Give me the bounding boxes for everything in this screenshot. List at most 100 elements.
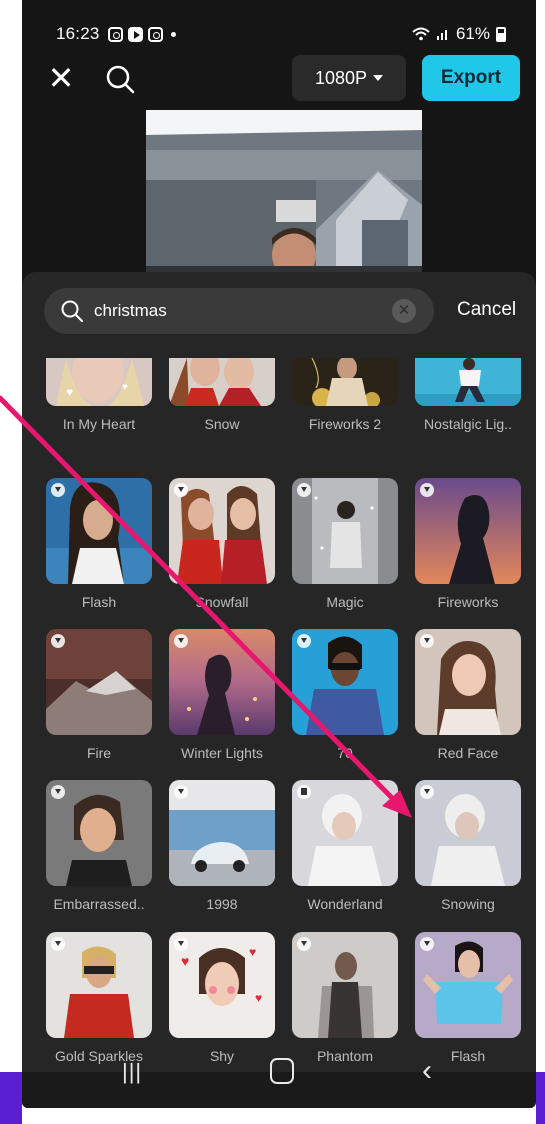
search-icon	[61, 300, 83, 322]
battery-icon	[496, 26, 506, 42]
effect-thumbnail	[415, 478, 521, 584]
wifi-icon	[412, 27, 430, 41]
effects-grid: ♥ ♥ In My Heart Snow Fireworks 2 Nostalg…	[22, 358, 536, 1072]
effect-tile-fireworks-2[interactable]: Fireworks 2	[292, 358, 398, 432]
instagram-icon	[107, 26, 123, 42]
clear-search-icon[interactable]: ✕	[392, 299, 416, 323]
effect-thumbnail	[169, 629, 275, 735]
effect-thumbnail	[292, 358, 398, 406]
effect-tile-snow[interactable]: Snow	[169, 358, 275, 432]
effect-label: In My Heart	[62, 416, 136, 432]
effect-tile-shy[interactable]: ♥ ♥ ♥ Shy	[169, 932, 275, 1064]
effect-tile-red-face[interactable]: Red Face	[415, 629, 521, 761]
download-icon	[297, 634, 311, 648]
search-icon[interactable]	[104, 63, 136, 95]
status-right: 61%	[412, 24, 506, 44]
effect-tile-embarrassed[interactable]: Embarrassed..	[46, 780, 152, 912]
signal-icon	[436, 30, 447, 40]
effect-tile-70s[interactable]: 70	[292, 629, 398, 761]
effect-thumbnail	[292, 932, 398, 1038]
system-nav-bar: ||| ‹	[22, 1054, 536, 1108]
download-icon	[420, 937, 434, 951]
effect-tile-1998[interactable]: 1998	[169, 780, 275, 912]
download-icon	[174, 937, 188, 951]
effect-tile-phantom[interactable]: Phantom	[292, 932, 398, 1064]
effect-tile-snowfall[interactable]: Snowfall	[169, 478, 275, 610]
resolution-dropdown[interactable]: 1080P	[292, 55, 406, 101]
effect-thumbnail	[169, 358, 275, 406]
effect-thumbnail	[292, 629, 398, 735]
download-icon	[297, 483, 311, 497]
effect-label: Fireworks	[437, 594, 499, 610]
recent-apps-icon[interactable]: |||	[122, 1059, 142, 1085]
notification-icons	[107, 26, 163, 42]
download-icon	[420, 483, 434, 497]
status-time: 16:23	[56, 24, 100, 43]
effect-label: 1998	[206, 896, 238, 912]
effect-label: Winter Lights	[181, 745, 263, 761]
effect-label: Embarrassed..	[53, 896, 145, 912]
effect-label: Wonderland	[307, 896, 383, 912]
download-icon	[174, 634, 188, 648]
search-query: christmas	[94, 301, 167, 320]
effect-label: Flash	[81, 594, 117, 610]
effect-thumbnail	[292, 478, 398, 584]
youtube-icon	[127, 26, 143, 42]
caret-down-icon	[373, 75, 384, 81]
effect-label: Red Face	[437, 745, 499, 761]
cancel-button[interactable]: Cancel	[457, 299, 516, 321]
svg-text:♥: ♥	[181, 953, 189, 969]
effect-tile-snowing[interactable]: Snowing	[415, 780, 521, 912]
download-icon	[174, 785, 188, 799]
effect-label: 70	[337, 745, 353, 761]
effect-tile-gold-sparkles[interactable]: Gold Sparkles	[46, 932, 152, 1064]
effects-sheet: christmas ✕ Cancel ♥♥ In My Heart Snow	[22, 272, 536, 1072]
effect-tile-flash[interactable]: Flash	[46, 478, 152, 610]
effect-thumbnail	[415, 780, 521, 886]
effect-tile-fireworks[interactable]: Fireworks	[415, 478, 521, 610]
notification-dot-icon	[170, 31, 176, 37]
effect-label: Snowfall	[195, 594, 249, 610]
video-preview[interactable]	[146, 110, 422, 275]
download-icon	[174, 483, 188, 497]
svg-text:♥: ♥	[249, 945, 256, 959]
home-icon[interactable]	[270, 1058, 294, 1084]
effect-thumbnail	[169, 780, 275, 886]
effect-label: Snow	[204, 416, 240, 432]
bookmark-icon	[297, 785, 311, 799]
effect-tile-magic[interactable]: Magic	[292, 478, 398, 610]
effect-thumbnail	[46, 629, 152, 735]
effect-thumbnail	[46, 932, 152, 1038]
effect-tile-fire[interactable]: Fire	[46, 629, 152, 761]
status-bar: 16:23 61%	[56, 22, 506, 46]
resolution-value: 1080P	[314, 67, 368, 88]
effect-thumbnail	[415, 629, 521, 735]
preview-image	[146, 110, 422, 275]
effect-label: Fire	[86, 745, 112, 761]
effect-thumbnail: ♥ ♥ ♥	[169, 932, 275, 1038]
effect-thumbnail	[415, 932, 521, 1038]
instagram-icon	[147, 26, 163, 42]
effect-thumbnail	[292, 780, 398, 886]
effect-label: Snowing	[441, 896, 495, 912]
effect-tile-nostalgic-lights[interactable]: Nostalgic Lig..	[415, 358, 521, 432]
effects-search-field[interactable]: christmas ✕	[44, 288, 434, 334]
effect-tile-winter-lights[interactable]: Winter Lights	[169, 629, 275, 761]
effect-label: Phantom	[316, 1048, 374, 1064]
download-icon	[51, 483, 65, 497]
effect-thumbnail	[46, 478, 152, 584]
effect-tile-wonderland[interactable]: Wonderland	[292, 780, 398, 912]
export-button[interactable]: Export	[422, 55, 520, 101]
download-icon	[297, 937, 311, 951]
close-icon[interactable]: ✕	[46, 62, 76, 94]
download-icon	[51, 634, 65, 648]
effect-thumbnail	[415, 358, 521, 406]
svg-text:♥: ♥	[122, 382, 128, 393]
battery-percent: 61%	[455, 24, 490, 43]
background-strip-left	[0, 1072, 22, 1124]
effect-tile-in-my-heart[interactable]: ♥ ♥ In My Heart	[46, 358, 152, 432]
download-icon	[420, 785, 434, 799]
effect-tile-flash-2[interactable]: Flash	[415, 932, 521, 1064]
back-icon[interactable]: ‹	[422, 1054, 432, 1088]
effect-label: Fireworks 2	[308, 416, 382, 432]
